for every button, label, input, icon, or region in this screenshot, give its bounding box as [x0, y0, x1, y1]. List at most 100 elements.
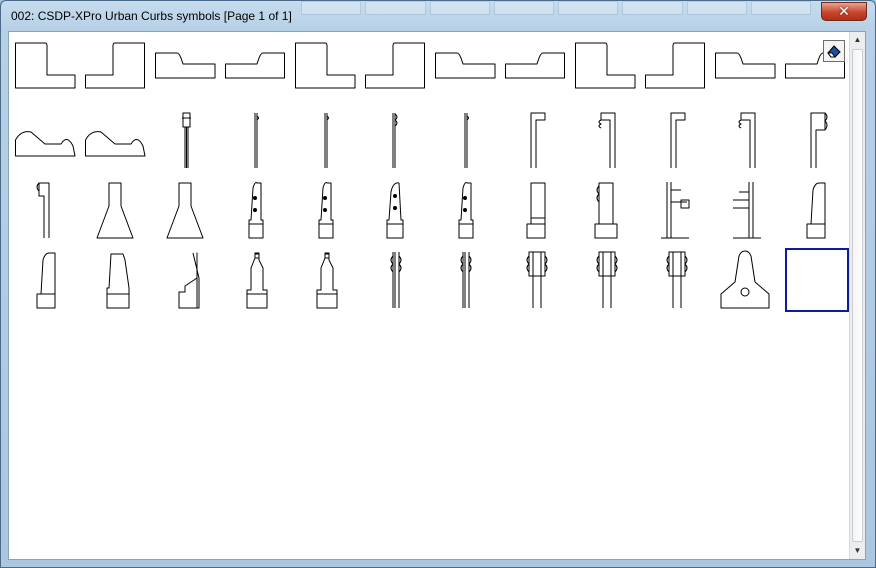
symbol-tower-1[interactable]	[295, 178, 359, 242]
curb-symbol-icon	[155, 52, 216, 79]
symbol-keyhole[interactable]	[715, 248, 779, 312]
curb-symbol-icon	[575, 42, 636, 89]
symbol-pin[interactable]	[155, 108, 219, 172]
curb-symbol-icon	[526, 182, 546, 239]
curb-symbol-icon	[386, 182, 404, 239]
symbol-trapezoid[interactable]	[85, 178, 149, 242]
vertical-scrollbar[interactable]: ▲ ▼	[849, 32, 865, 559]
curb-symbol-icon	[464, 113, 469, 168]
curb-symbol-icon	[182, 112, 191, 168]
curb-symbol-icon	[85, 131, 146, 157]
eraser-icon[interactable]	[823, 40, 845, 62]
curb-symbol-icon	[15, 42, 76, 89]
curb-symbol-icon	[598, 112, 616, 168]
symbol-tower-1[interactable]	[435, 178, 499, 242]
symbol-double-2[interactable]	[505, 248, 569, 312]
curb-symbol-icon	[295, 42, 356, 89]
curb-symbol-icon	[810, 112, 828, 168]
curb-symbol-icon	[36, 182, 50, 238]
curb-symbol-icon	[178, 252, 200, 309]
curb-symbol-icon	[225, 52, 285, 79]
curb-symbol-icon	[254, 113, 259, 168]
symbol-double-1[interactable]	[365, 248, 429, 312]
symbol-flag-1[interactable]	[505, 108, 569, 172]
symbol-edge-1[interactable]	[435, 108, 499, 172]
curb-symbol-icon	[670, 112, 686, 168]
curb-symbol-icon	[738, 112, 756, 168]
symbol-tower-1[interactable]	[225, 178, 289, 242]
symbol-rail-1[interactable]	[645, 178, 709, 242]
curb-symbol-icon	[435, 52, 496, 79]
curb-symbol-icon	[530, 112, 546, 168]
symbol-flag-1[interactable]	[645, 108, 709, 172]
symbol-mound[interactable]	[85, 108, 149, 172]
curb-symbol-icon	[720, 250, 770, 309]
symbol-curb-a-mirror[interactable]	[85, 38, 149, 102]
symbol-trapezoid[interactable]	[155, 178, 219, 242]
symbol-curb-b[interactable]	[155, 38, 219, 102]
symbol-flag-2[interactable]	[715, 108, 779, 172]
curb-symbol-icon	[365, 42, 425, 89]
curb-symbol-icon	[505, 52, 565, 79]
symbol-flag-4[interactable]	[15, 178, 79, 242]
symbol-edge-1[interactable]	[225, 108, 289, 172]
symbol-mound[interactable]	[15, 108, 79, 172]
scroll-up-arrow-icon[interactable]: ▲	[850, 32, 865, 48]
curb-symbol-icon	[594, 182, 618, 239]
symbol-block-6[interactable]	[225, 248, 289, 312]
curb-symbol-icon	[246, 252, 268, 309]
symbol-flag-2[interactable]	[575, 108, 639, 172]
symbol-grid-panel	[8, 31, 866, 560]
curb-symbol-icon	[318, 182, 334, 239]
symbol-curb-a[interactable]	[575, 38, 639, 102]
symbol-block-1[interactable]	[505, 178, 569, 242]
curb-symbol-icon	[390, 252, 402, 308]
symbol-curb-a-mirror[interactable]	[645, 38, 709, 102]
scroll-thumb[interactable]	[852, 49, 863, 542]
curb-symbol-icon	[15, 131, 76, 157]
symbol-curb-a[interactable]	[15, 38, 79, 102]
symbol-curb-b[interactable]	[435, 38, 499, 102]
symbol-rail-2[interactable]	[715, 178, 779, 242]
curb-symbol-icon	[248, 182, 264, 239]
curb-symbol-icon	[392, 113, 398, 168]
symbol-block-5[interactable]	[155, 248, 219, 312]
curb-symbol-icon	[458, 182, 474, 239]
background-app-toolbar	[301, 1, 811, 15]
curb-symbol-icon	[733, 182, 761, 239]
curb-symbol-icon	[460, 252, 472, 308]
curb-symbol-icon	[526, 251, 548, 308]
curb-symbol-icon	[324, 113, 329, 168]
curb-symbol-icon	[666, 251, 688, 308]
symbol-block-6[interactable]	[295, 248, 359, 312]
symbol-curb-a[interactable]	[295, 38, 359, 102]
symbol-tower-2[interactable]	[365, 178, 429, 242]
symbol-curb-b-mirror[interactable]	[505, 38, 569, 102]
symbol-curb-a-mirror[interactable]	[365, 38, 429, 102]
curb-symbol-icon	[806, 182, 826, 239]
symbol-double-1[interactable]	[435, 248, 499, 312]
curb-symbol-icon	[661, 182, 690, 239]
symbol-block-2[interactable]	[575, 178, 639, 242]
curb-symbol-icon	[596, 251, 618, 308]
close-button[interactable]: ✕	[821, 2, 867, 21]
scroll-down-arrow-icon[interactable]: ▼	[850, 543, 865, 559]
symbol-edge-2[interactable]	[365, 108, 429, 172]
symbol-curb-b[interactable]	[715, 38, 779, 102]
empty-symbol-slot[interactable]	[785, 248, 849, 312]
curb-symbol-icon	[106, 253, 130, 309]
window-title: 002: CSDP-XPro Urban Curbs symbols [Page…	[11, 9, 292, 23]
curb-symbol-icon	[85, 42, 145, 89]
symbol-block-4[interactable]	[85, 248, 149, 312]
symbol-flag-3[interactable]	[785, 108, 849, 172]
curb-symbol-icon	[96, 182, 134, 239]
symbol-double-2[interactable]	[645, 248, 709, 312]
symbol-curb-b-mirror[interactable]	[225, 38, 289, 102]
curb-symbol-icon	[36, 252, 56, 309]
symbol-block-3[interactable]	[785, 178, 849, 242]
symbol-edge-1[interactable]	[295, 108, 359, 172]
curb-symbol-icon	[316, 252, 338, 309]
curb-symbol-icon	[715, 52, 776, 79]
symbol-block-3[interactable]	[15, 248, 79, 312]
symbol-double-2[interactable]	[575, 248, 639, 312]
